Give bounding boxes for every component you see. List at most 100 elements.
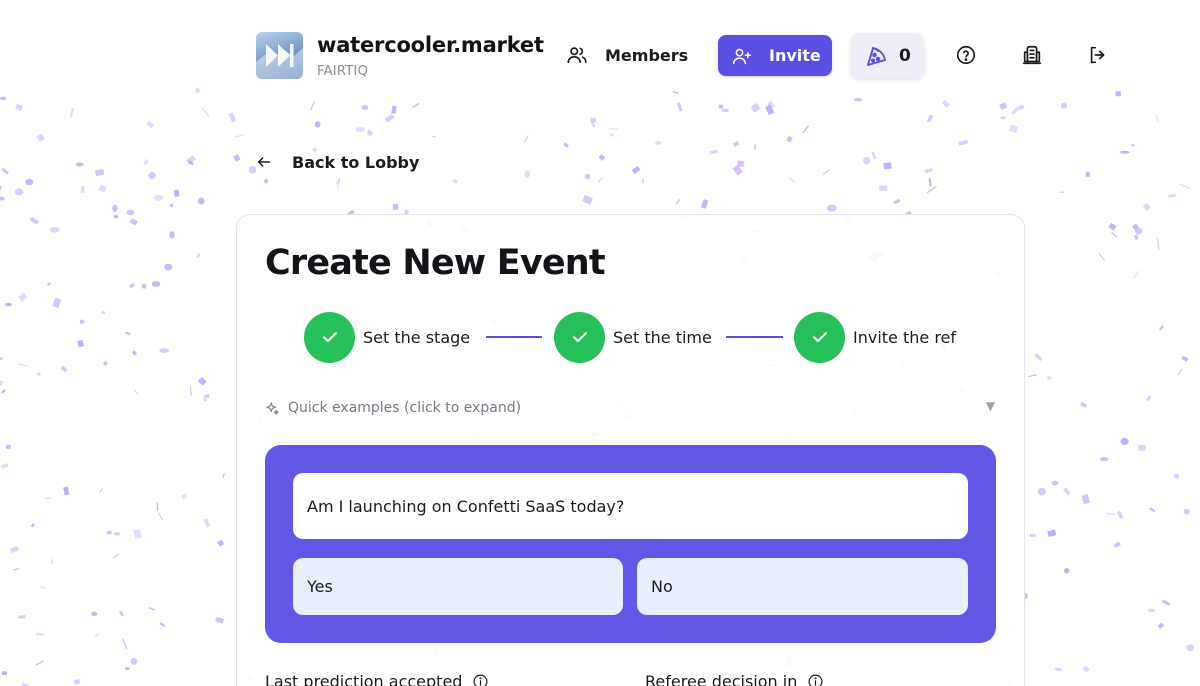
confetti-piece: [148, 171, 156, 179]
step-invite-the-ref[interactable]: Invite the ref: [794, 311, 956, 363]
confetti-piece: [1113, 541, 1121, 549]
confetti-piece: [101, 310, 106, 315]
step-label: Invite the ref: [853, 327, 957, 347]
option-no-input[interactable]: No: [637, 558, 968, 615]
confetti-piece: [44, 497, 52, 500]
confetti-piece: [159, 622, 166, 628]
confetti-piece: [786, 135, 793, 143]
confetti-piece: [1051, 480, 1059, 486]
confetti-piece: [94, 168, 105, 177]
confetti-piece: [1116, 510, 1124, 519]
sparkles-icon: [266, 401, 279, 415]
confetti-piece: [1106, 513, 1116, 515]
confetti-piece: [926, 185, 937, 194]
confetti-piece: [222, 473, 225, 479]
confetti-piece: [112, 553, 120, 559]
last-prediction-label: Last prediction accepted: [265, 670, 489, 686]
points-badge[interactable]: 0: [851, 33, 924, 78]
confetti-piece: [1177, 368, 1183, 375]
confetti-piece: [18, 615, 26, 619]
confetti-piece: [563, 142, 569, 148]
back-to-lobby-link[interactable]: Back to Lobby: [256, 151, 419, 173]
members-link[interactable]: Members: [566, 42, 688, 68]
confetti-piece: [1135, 227, 1143, 235]
confetti-piece: [91, 611, 98, 617]
brand-org: FAIRTIQ: [317, 64, 369, 79]
confetti-piece: [157, 512, 164, 521]
confetti-piece: [732, 141, 740, 147]
step-set-the-time[interactable]: Set the time: [554, 311, 712, 363]
confetti-piece: [133, 528, 142, 539]
confetti-piece: [1054, 667, 1062, 672]
confetti-piece: [40, 585, 46, 590]
confetti-piece: [631, 165, 641, 175]
confetti-piece: [1037, 487, 1046, 496]
confetti-piece: [1157, 622, 1165, 629]
confetti-piece: [355, 126, 365, 133]
confetti-piece: [141, 283, 147, 289]
info-icon[interactable]: [472, 673, 489, 686]
confetti-piece: [143, 159, 149, 166]
confetti-piece: [582, 195, 593, 205]
rules-book-icon[interactable]: [1021, 44, 1043, 66]
team-logo[interactable]: [256, 32, 303, 79]
confetti-piece: [736, 160, 745, 167]
confetti-piece: [1146, 395, 1152, 402]
confetti-piece: [1000, 116, 1006, 120]
step-complete-badge: [554, 311, 605, 363]
confetti-piece: [94, 633, 100, 638]
confetti-piece: [1132, 223, 1139, 231]
confetti-piece: [124, 666, 130, 671]
confetti-piece: [203, 394, 207, 402]
confetti-piece: [153, 194, 164, 201]
confetti-piece: [335, 181, 340, 189]
confetti-piece: [590, 121, 596, 128]
confetti-piece: [60, 365, 68, 373]
confetti-piece: [164, 263, 173, 271]
step-connector: [486, 336, 542, 338]
members-label: Members: [605, 45, 689, 65]
confetti-piece: [862, 156, 871, 165]
confetti-piece: [10, 545, 20, 554]
pizza-slice-icon: [867, 46, 886, 66]
confetti-piece: [655, 141, 662, 145]
confetti-piece: [701, 199, 709, 209]
confetti-piece: [1111, 231, 1118, 238]
confetti-piece: [228, 112, 237, 123]
confetti-piece: [29, 216, 40, 225]
help-circle-icon[interactable]: [955, 44, 977, 66]
confetti-piece: [173, 189, 180, 197]
quick-examples-toggle[interactable]: Quick examples (click to expand) ▼: [265, 397, 997, 419]
confetti-piece: [102, 361, 108, 366]
step-set-the-stage[interactable]: Set the stage: [304, 311, 470, 363]
users-icon: [567, 47, 587, 64]
confetti-piece: [1047, 376, 1052, 380]
confetti-piece: [1130, 143, 1135, 148]
confetti-piece: [169, 203, 174, 208]
confetti-piece: [0, 463, 9, 469]
confetti-piece: [46, 282, 52, 287]
confetti-piece: [788, 176, 796, 184]
info-icon[interactable]: [807, 673, 824, 686]
confetti-piece: [188, 160, 194, 166]
confetti-piece: [206, 394, 210, 398]
confetti-piece: [1158, 325, 1165, 331]
confetti-piece: [36, 133, 45, 142]
confetti-piece: [590, 117, 596, 123]
logout-icon[interactable]: [1087, 44, 1109, 66]
option-yes-input[interactable]: Yes: [293, 558, 623, 615]
confetti-piece: [675, 198, 681, 205]
confetti-piece: [131, 350, 138, 356]
step-label: Set the stage: [363, 327, 471, 347]
question-input[interactable]: Am I launching on Confetti SaaS today?: [293, 473, 968, 539]
confetti-piece: [1120, 437, 1129, 445]
confetti-piece: [196, 252, 201, 259]
confetti-piece: [126, 209, 135, 216]
arrow-left-icon: [257, 157, 271, 167]
confetti-piece: [1138, 444, 1146, 451]
confetti-piece: [130, 657, 138, 665]
confetti-piece: [958, 139, 969, 146]
invite-button[interactable]: Invite: [718, 35, 832, 76]
check-icon: [572, 332, 587, 343]
confetti-piece: [1119, 150, 1130, 154]
